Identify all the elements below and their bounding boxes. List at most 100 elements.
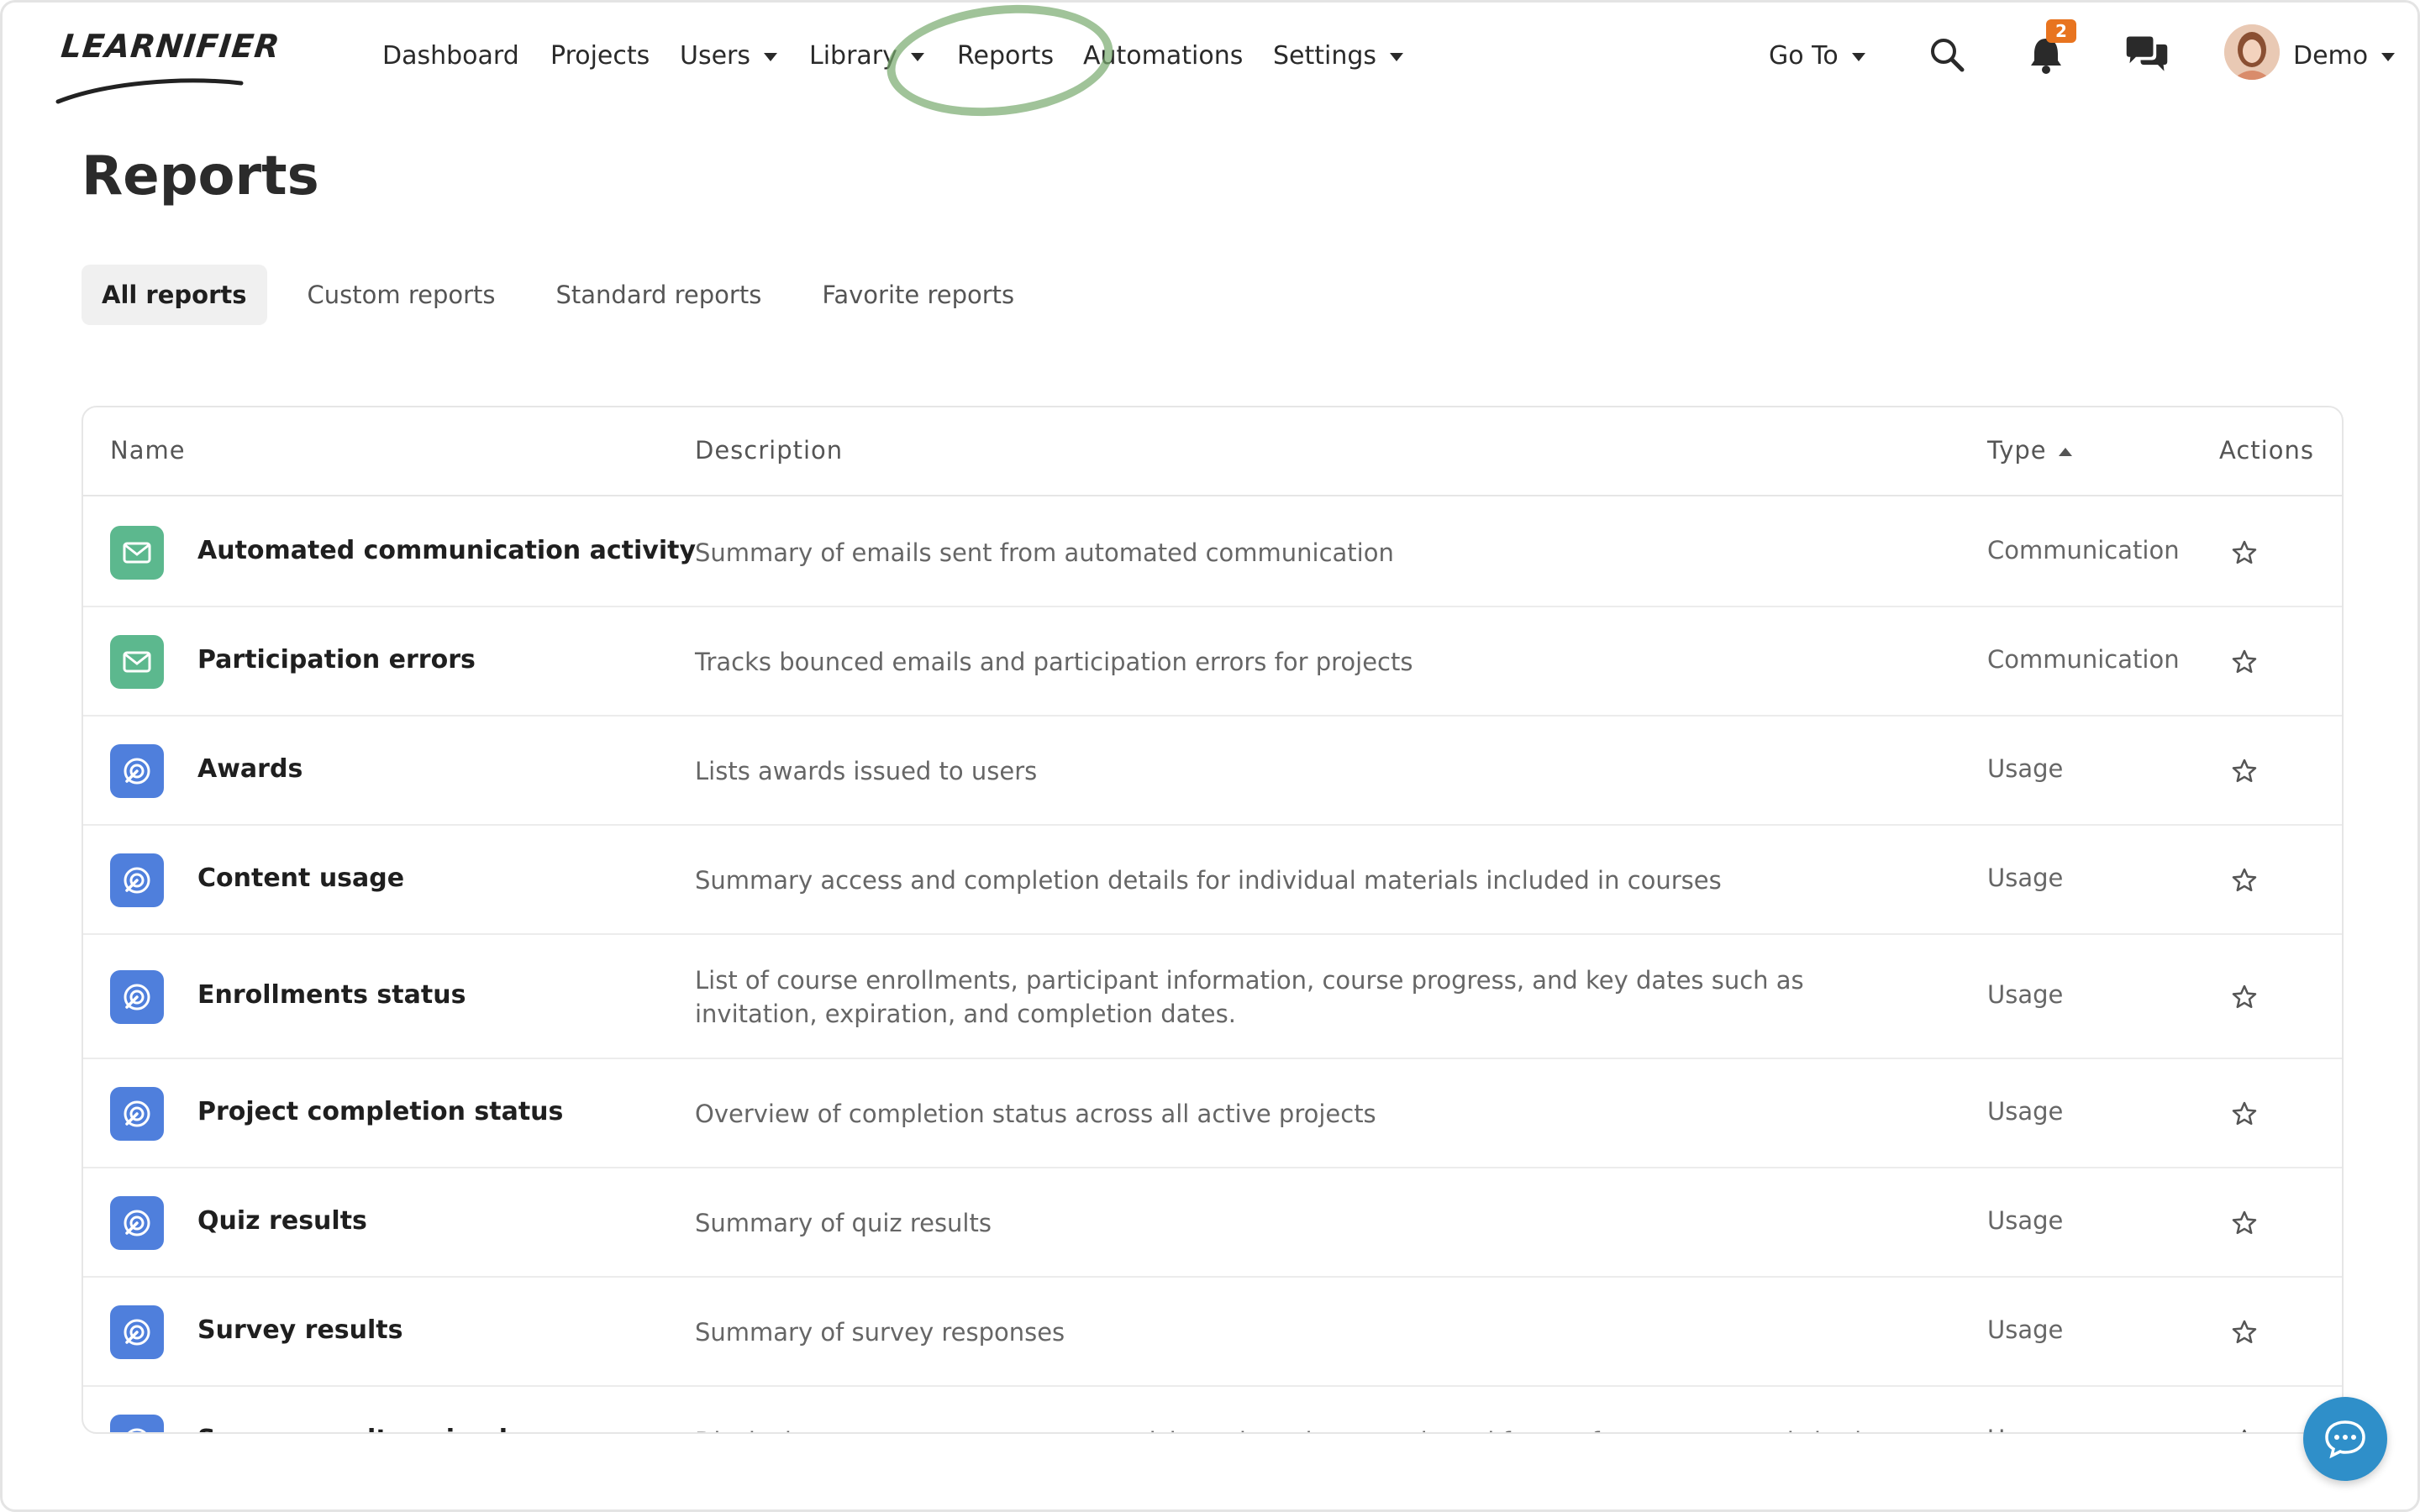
envelope-icon xyxy=(110,526,164,580)
favorite-star-icon[interactable] xyxy=(2228,1206,2261,1240)
report-type: Usage xyxy=(1987,1425,2063,1432)
report-description: Summary of quiz results xyxy=(695,1209,992,1237)
favorite-star-icon[interactable] xyxy=(2228,980,2261,1014)
column-header-description[interactable]: Description xyxy=(695,436,843,465)
search-button[interactable] xyxy=(1923,31,1970,78)
report-type: Usage xyxy=(1987,1097,2064,1126)
report-type: Usage xyxy=(1987,754,2064,783)
table-row[interactable]: Survey results Summary of survey response… xyxy=(83,1278,2342,1387)
table-row[interactable]: Content usage Summary access and completi… xyxy=(83,826,2342,935)
report-name[interactable]: Automated communication activity xyxy=(197,536,696,565)
table-header: Name Description Type Actions xyxy=(83,407,2342,496)
table-row[interactable]: Quiz results Summary of quiz results Usage xyxy=(83,1168,2342,1278)
goto-label: Go To xyxy=(1769,40,1839,71)
report-type: Usage xyxy=(1987,864,2064,892)
report-name[interactable]: Awards xyxy=(197,754,302,784)
nav-automations[interactable]: Automations xyxy=(1083,36,1243,75)
chevron-down-icon xyxy=(910,53,924,61)
chevron-down-icon xyxy=(1390,53,1404,61)
report-description: Summary of emails sent from automated co… xyxy=(695,538,1394,567)
chevron-down-icon xyxy=(764,53,778,61)
report-type: Usage xyxy=(1987,1315,2064,1344)
table-row[interactable]: Automated communication activity Summary … xyxy=(83,498,2342,607)
report-name[interactable]: Survey results xyxy=(197,1315,403,1345)
logo-swoosh-icon xyxy=(55,78,244,104)
report-description: Lists awards issued to users xyxy=(695,757,1038,785)
nav-users-label: Users xyxy=(680,40,751,71)
tab-all-reports[interactable]: All reports xyxy=(82,265,267,325)
tab-custom-reports[interactable]: Custom reports xyxy=(287,265,516,325)
app-window: LEARNIFIER Dashboard Projects Users Libr… xyxy=(0,0,2420,1512)
report-type: Communication xyxy=(1987,645,2180,674)
report-name[interactable]: Participation errors xyxy=(197,645,476,675)
favorite-star-icon[interactable] xyxy=(2228,754,2261,788)
report-description: Summary of survey responses xyxy=(695,1318,1065,1347)
usage-report-icon xyxy=(110,744,164,798)
favorite-star-icon[interactable] xyxy=(2228,1097,2261,1131)
tab-favorite-reports[interactable]: Favorite reports xyxy=(802,265,1034,325)
column-header-actions: Actions xyxy=(2219,436,2314,465)
report-type: Communication xyxy=(1987,536,2180,564)
nav-reports[interactable]: Reports xyxy=(957,36,1054,75)
report-name[interactable]: Project completion status xyxy=(197,1097,563,1126)
favorite-star-icon[interactable] xyxy=(2228,1315,2261,1349)
favorite-star-icon[interactable] xyxy=(2228,536,2261,570)
nav-users[interactable]: Users xyxy=(680,36,778,75)
support-chat-button[interactable] xyxy=(2303,1397,2387,1481)
chevron-down-icon xyxy=(2381,53,2396,61)
favorite-star-icon[interactable] xyxy=(2228,864,2261,897)
report-name[interactable]: Survey results - simple xyxy=(197,1425,524,1432)
nav-dashboard-label: Dashboard xyxy=(382,40,519,71)
envelope-icon xyxy=(110,635,164,689)
chevron-down-icon xyxy=(1851,53,1865,61)
report-description: List of course enrollments, participant … xyxy=(695,966,1804,1028)
nav-projects[interactable]: Projects xyxy=(550,36,650,75)
nav-reports-label: Reports xyxy=(957,40,1055,71)
nav-library[interactable]: Library xyxy=(809,36,924,75)
reports-table: Name Description Type Actions Automated … xyxy=(82,406,2344,1434)
nav-dashboard[interactable]: Dashboard xyxy=(382,36,519,75)
report-type: Usage xyxy=(1987,1206,2064,1235)
report-description: Overview of completion status across all… xyxy=(695,1100,1376,1128)
goto-menu[interactable]: Go To xyxy=(1769,36,1865,75)
user-menu[interactable]: Demo xyxy=(2293,36,2396,75)
search-icon xyxy=(1931,39,1965,72)
report-name[interactable]: Content usage xyxy=(197,864,404,893)
nav-settings[interactable]: Settings xyxy=(1273,36,1404,75)
messages-button[interactable] xyxy=(2123,31,2170,78)
favorite-star-icon[interactable] xyxy=(2228,645,2261,679)
nav-library-label: Library xyxy=(809,40,897,71)
report-tabs: All reports Custom reports Standard repo… xyxy=(82,265,1055,325)
nav-projects-label: Projects xyxy=(550,40,650,71)
column-header-name[interactable]: Name xyxy=(110,436,186,465)
report-type: Usage xyxy=(1987,980,2064,1009)
usage-report-icon xyxy=(110,853,164,907)
report-name[interactable]: Quiz results xyxy=(197,1206,367,1236)
learnifier-logo[interactable]: LEARNIFIER xyxy=(55,24,281,104)
tab-standard-reports[interactable]: Standard reports xyxy=(536,265,782,325)
usage-report-icon xyxy=(110,970,164,1024)
top-navigation: LEARNIFIER Dashboard Projects Users Libr… xyxy=(3,3,2417,127)
table-row[interactable]: Participation errors Tracks bounced email… xyxy=(83,607,2342,717)
sort-ascending-icon xyxy=(2058,448,2072,456)
table-row[interactable]: Enrollments status List of course enrollm… xyxy=(83,935,2342,1059)
notification-count-badge: 2 xyxy=(2046,19,2076,43)
table-row[interactable]: Survey results - simple Displaying survey… xyxy=(83,1387,2342,1432)
column-header-type-label: Type xyxy=(1987,436,2047,465)
nav-automations-label: Automations xyxy=(1083,40,1244,71)
column-header-type[interactable]: Type xyxy=(1987,436,2072,465)
table-row[interactable]: Project completion status Overview of com… xyxy=(83,1059,2342,1168)
usage-report-icon xyxy=(110,1415,164,1432)
table-row[interactable]: Awards Lists awards issued to users Usage xyxy=(83,717,2342,826)
avatar-portrait-icon xyxy=(2224,24,2280,80)
report-description: Displaying survey responses per particip… xyxy=(695,1425,1905,1432)
favorite-star-icon[interactable] xyxy=(2228,1425,2261,1432)
user-avatar[interactable] xyxy=(2224,24,2280,80)
usage-report-icon xyxy=(110,1087,164,1141)
report-description: Summary access and completion details fo… xyxy=(695,866,1722,895)
nav-settings-label: Settings xyxy=(1273,40,1377,71)
page-title: Reports xyxy=(82,145,319,207)
usage-report-icon xyxy=(110,1305,164,1359)
report-name[interactable]: Enrollments status xyxy=(197,980,466,1010)
chat-icon xyxy=(2325,1420,2365,1459)
